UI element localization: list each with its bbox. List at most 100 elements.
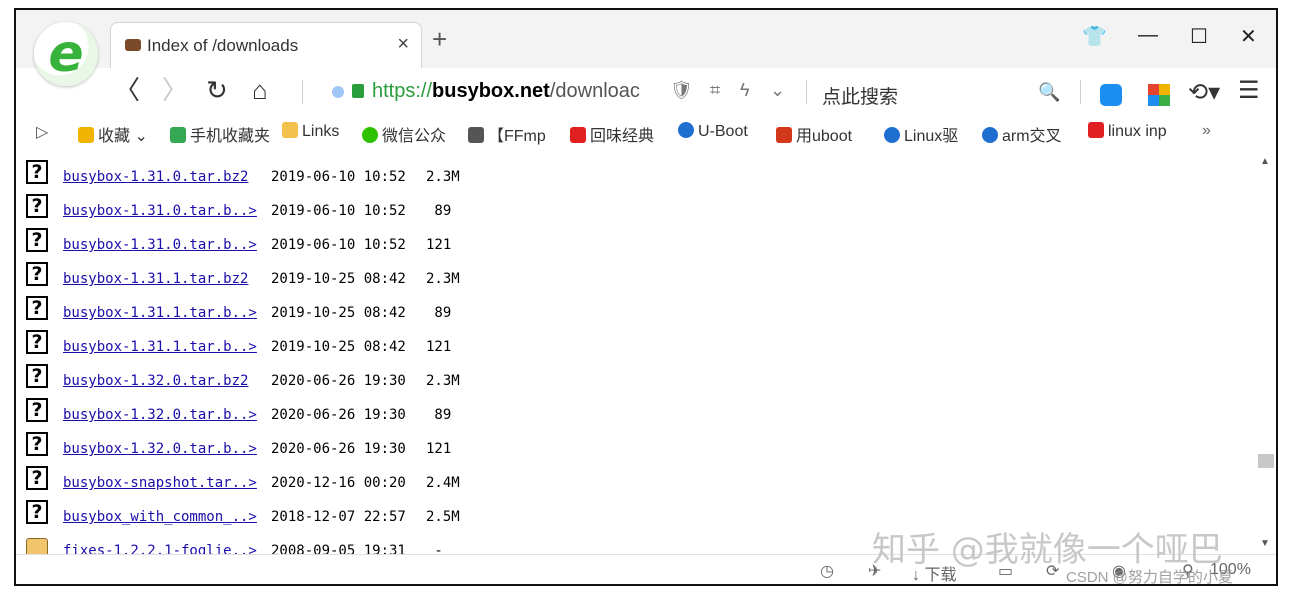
- wechat-icon: [362, 127, 378, 143]
- unknown-file-icon: ?: [26, 262, 48, 286]
- tab-title: Index of /downloads: [147, 36, 299, 55]
- scroll-down-icon[interactable]: ▼: [1260, 538, 1270, 549]
- file-link[interactable]: fixes-1.2.2.1-foglie..>: [63, 543, 257, 554]
- minimize-button[interactable]: —: [1138, 24, 1158, 47]
- search-icon[interactable]: 🔍: [1038, 82, 1060, 103]
- bookmark-use-uboot[interactable]: 用uboot: [776, 122, 852, 146]
- table-row: ? busybox-1.32.0.tar.b..> 2020-06-26 19:30…: [26, 396, 646, 430]
- table-row: ? busybox-1.31.0.tar.bz2 2019-06-10 10:52 2…: [26, 158, 646, 192]
- scroll-up-icon[interactable]: ▲: [1260, 156, 1270, 167]
- close-window-button[interactable]: ✕: [1240, 24, 1257, 49]
- unknown-file-icon: ?: [26, 194, 48, 218]
- extension-app-icon[interactable]: [1100, 84, 1122, 106]
- file-date: 2019-10-25 08:42: [271, 339, 406, 355]
- file-link[interactable]: busybox_with_common_..>: [63, 509, 257, 525]
- file-date: 2020-06-26 19:30: [271, 407, 406, 423]
- file-date: 2008-09-05 19:31: [271, 543, 406, 554]
- search-box[interactable]: 点此搜索: [822, 82, 898, 109]
- table-row: ? busybox-1.31.0.tar.b..> 2019-06-10 10:52…: [26, 192, 646, 226]
- file-date: 2018-12-07 22:57: [271, 509, 406, 525]
- unknown-file-icon: ?: [26, 466, 48, 490]
- bookmark-arm-cross[interactable]: arm交叉: [982, 122, 1062, 146]
- file-date: 2019-10-25 08:42: [271, 305, 406, 321]
- back-button[interactable]: 〈: [114, 76, 140, 104]
- file-size: 2.3M: [426, 271, 460, 287]
- file-date: 2019-10-25 08:42: [271, 271, 406, 287]
- file-size: 89: [426, 407, 452, 423]
- table-row: ? busybox-1.32.0.tar.bz2 2020-06-26 19:30 2…: [26, 362, 646, 396]
- bookmark-linux-driver[interactable]: Linux驱: [884, 122, 958, 146]
- shield-icon[interactable]: 🛡: [670, 80, 693, 101]
- file-size: 121: [426, 237, 452, 253]
- file-link[interactable]: busybox-1.31.0.tar.b..>: [63, 203, 257, 219]
- undo-close-tab-button[interactable]: ⟲▾: [1188, 78, 1220, 107]
- more-bookmarks-button[interactable]: »: [1202, 122, 1211, 140]
- sidebar-toggle-icon[interactable]: ▷: [36, 122, 48, 142]
- site-icon: [678, 122, 694, 138]
- new-tab-button[interactable]: +: [432, 26, 447, 52]
- file-size: 2.4M: [426, 475, 460, 491]
- url-text[interactable]: https://busybox.net/downloac: [372, 80, 640, 103]
- table-row: ? busybox_with_common_..> 2018-12-07 22:57…: [26, 498, 646, 532]
- unknown-file-icon: ?: [26, 228, 48, 252]
- bookmark-favorites[interactable]: 收藏 ⌄: [78, 122, 148, 146]
- table-row: ? busybox-1.32.0.tar.b..> 2020-06-26 19:30…: [26, 430, 646, 464]
- flash-icon[interactable]: ϟ: [740, 80, 750, 101]
- bookmark-ffmpeg[interactable]: 【FFmp: [468, 122, 546, 146]
- file-link[interactable]: busybox-1.31.1.tar.bz2: [63, 271, 248, 287]
- watermark-csdn: CSDN @努力自学的小夏: [1066, 569, 1233, 586]
- clock-icon[interactable]: ◷: [820, 561, 834, 581]
- dropdown-icon[interactable]: ⌄: [770, 80, 785, 101]
- file-link[interactable]: busybox-snapshot.tar..>: [63, 475, 257, 491]
- folder-icon: [26, 538, 48, 554]
- bookmark-linux-input[interactable]: linux inp: [1088, 122, 1167, 141]
- bookmark-links[interactable]: Links: [282, 122, 339, 141]
- skin-icon[interactable]: 👕: [1082, 24, 1107, 49]
- folder-icon: [282, 122, 298, 138]
- address-bar[interactable]: https://busybox.net/downloac: [332, 78, 802, 106]
- separator: [1080, 80, 1081, 104]
- unknown-file-icon: ?: [26, 398, 48, 422]
- table-row: ? busybox-1.31.1.tar.b..> 2019-10-25 08:42…: [26, 294, 646, 328]
- lock-icon[interactable]: [352, 84, 364, 98]
- reload-button[interactable]: ↻: [206, 76, 228, 104]
- forward-button[interactable]: 〉: [162, 76, 188, 104]
- qr-code-icon[interactable]: ⌗: [710, 80, 720, 101]
- csdn-icon: [570, 127, 586, 143]
- file-link[interactable]: busybox-1.32.0.tar.b..>: [63, 441, 257, 457]
- file-link[interactable]: busybox-1.32.0.tar.bz2: [63, 373, 248, 389]
- file-date: 2019-06-10 10:52: [271, 237, 406, 253]
- scroll-thumb[interactable]: [1258, 454, 1274, 468]
- favicon-icon: [125, 39, 141, 51]
- unknown-file-icon: ?: [26, 330, 48, 354]
- bookmark-classic[interactable]: 回味经典: [570, 122, 654, 146]
- file-link[interactable]: busybox-1.32.0.tar.b..>: [63, 407, 257, 423]
- tab-close-icon[interactable]: ×: [397, 33, 409, 56]
- file-date: 2020-06-26 19:30: [271, 373, 406, 389]
- file-size: 2.3M: [426, 169, 460, 185]
- bookmark-wechat[interactable]: 微信公众: [362, 122, 446, 146]
- file-link[interactable]: busybox-1.31.1.tar.b..>: [63, 339, 257, 355]
- file-link[interactable]: busybox-1.31.1.tar.b..>: [63, 305, 257, 321]
- home-button[interactable]: ⌂: [252, 76, 268, 104]
- watermark-zhihu: 知乎 @我就像一个哑巴: [872, 530, 1223, 570]
- file-date: 2019-06-10 10:52: [271, 169, 406, 185]
- maximize-button[interactable]: ☐: [1190, 24, 1208, 49]
- file-size: 121: [426, 441, 452, 457]
- site-icon: [982, 127, 998, 143]
- browser-logo-icon[interactable]: e: [34, 22, 98, 86]
- file-link[interactable]: busybox-1.31.0.tar.bz2: [63, 169, 248, 185]
- menu-icon[interactable]: ☰: [1238, 76, 1260, 105]
- file-size: 89: [426, 305, 452, 321]
- directory-listing: ? busybox-1.31.0.tar.bz2 2019-06-10 10:52 2…: [16, 150, 1254, 554]
- table-row: ? busybox-1.31.0.tar.b..> 2019-06-10 10:52…: [26, 226, 646, 260]
- bookmark-uboot[interactable]: U-Boot: [678, 122, 748, 141]
- vertical-scrollbar[interactable]: ▲ ▼: [1254, 150, 1276, 554]
- extension-grid-icon[interactable]: [1148, 84, 1170, 106]
- bookmark-icon: [468, 127, 484, 143]
- site-info-icon[interactable]: [332, 86, 344, 98]
- tab-downloads[interactable]: Index of /downloads ×: [110, 22, 422, 68]
- file-link[interactable]: busybox-1.31.0.tar.b..>: [63, 237, 257, 253]
- separator: [302, 80, 303, 104]
- bookmark-mobile[interactable]: 手机收藏夹: [170, 122, 270, 146]
